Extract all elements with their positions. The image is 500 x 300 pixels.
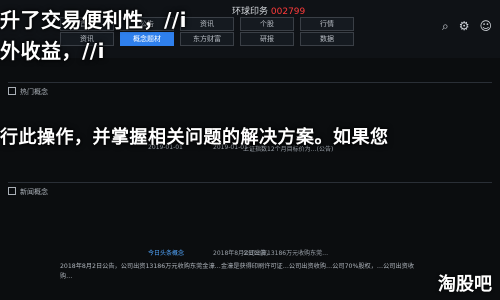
overlay-text-line-3: 行此操作，并掌握相关问题的解决方案。如果您: [0, 127, 389, 148]
news-concepts-section: 新闻概念: [8, 182, 492, 243]
tab-quotes[interactable]: 行情: [300, 17, 354, 31]
tab-eastmoney[interactable]: 东方财富: [180, 32, 234, 46]
news-concepts-title: 新闻概念: [8, 187, 48, 197]
concept-link[interactable]: 今日头条概念: [148, 248, 184, 257]
overlay-text-line-1: 升了交易便利性，//i: [0, 8, 187, 32]
stock-ticker: 环球印务 002799: [232, 4, 305, 17]
tab-research[interactable]: 研报: [240, 32, 294, 46]
site-watermark: 淘股吧: [438, 274, 492, 295]
overlay-text-line-2: 外收益，//i: [0, 39, 105, 63]
user-icon[interactable]: ☺: [479, 19, 492, 34]
news-body-text: 2018年8月2日公告，公司出资13186万元收购东莞金濠…金濠是获得印刷许可证…: [60, 263, 415, 280]
news-concepts-row[interactable]: 今日头条概念 2018年8月2日公告， 公司出资13186万元收购东莞…: [8, 248, 492, 258]
hot-concepts-title: 热门概念: [8, 87, 48, 97]
ticker-value: 002799: [270, 7, 306, 17]
tab-news[interactable]: 资讯: [180, 17, 234, 31]
settings-icon[interactable]: ⚙: [459, 19, 470, 34]
row-summary: 公司出资13186万元收购东莞…: [243, 250, 329, 257]
search-icon[interactable]: ⌕: [442, 19, 449, 34]
utility-icons: ⌕ ⚙ ☺: [442, 19, 492, 34]
tab-concepts[interactable]: 概念题材: [120, 32, 174, 46]
tab-data[interactable]: 数据: [300, 32, 354, 46]
ticker-label: 环球印务: [232, 7, 269, 17]
tab-stock[interactable]: 个股: [240, 17, 294, 31]
